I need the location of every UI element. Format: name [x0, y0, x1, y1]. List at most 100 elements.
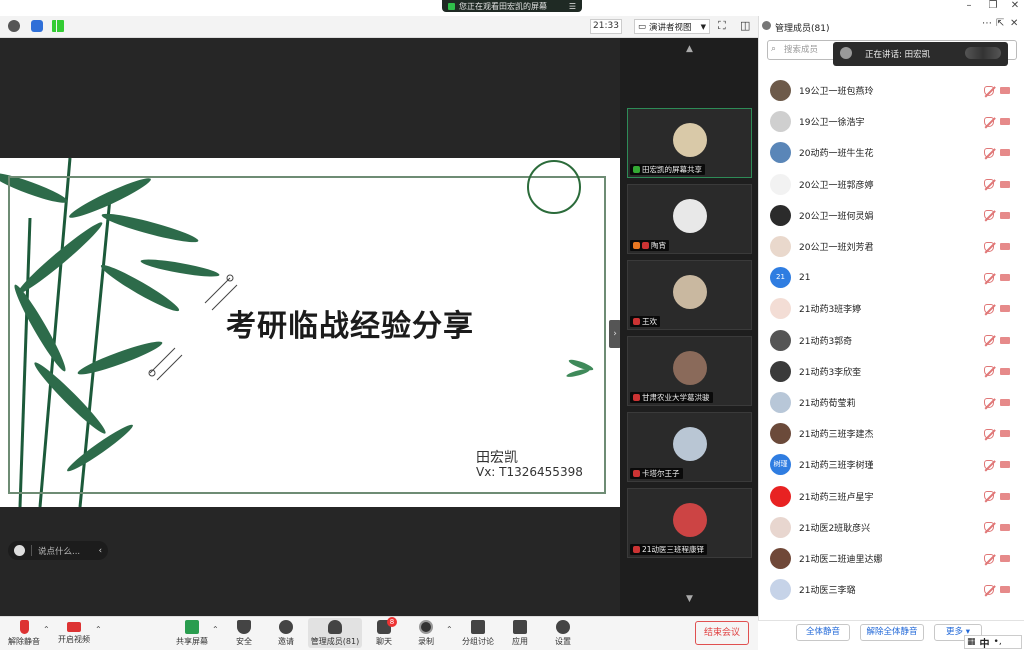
camera-off-icon[interactable]	[1000, 523, 1010, 531]
member-row[interactable]: 20动药一班牛生花	[770, 140, 1010, 165]
mic-muted-icon[interactable]	[984, 584, 994, 595]
camera-off-icon[interactable]	[1000, 555, 1010, 562]
chat-button[interactable]: 聊天	[362, 618, 406, 648]
mic-muted-icon[interactable]	[984, 491, 994, 502]
record-button[interactable]: 录制	[404, 618, 448, 648]
chevron-left-icon[interactable]: ‹	[99, 546, 102, 556]
video-tile[interactable]: 甘肃农业大学葛洪骏	[627, 336, 752, 406]
mic-muted-icon[interactable]	[984, 459, 994, 470]
video-tile[interactable]: 陶宵	[627, 184, 752, 254]
member-row[interactable]: 21动药三班卢星宇	[770, 484, 1010, 509]
mic-muted-icon[interactable]	[984, 241, 994, 252]
unmute-button[interactable]: 解除静音	[2, 618, 46, 648]
settings-button[interactable]: 设置	[541, 618, 585, 648]
mic-muted-icon[interactable]	[984, 397, 994, 408]
close-icon[interactable]: ✕	[1008, 0, 1022, 13]
member-row[interactable]: 21动药三班李建杰	[770, 421, 1010, 446]
member-row[interactable]: 19公卫一徐浩宇	[770, 109, 1010, 134]
chat-input-bar[interactable]: 说点什么... ‹	[8, 541, 108, 560]
gallery-down-icon[interactable]: ▼	[686, 594, 693, 604]
invite-button[interactable]: 邀请	[264, 618, 308, 648]
mic-muted-icon[interactable]	[984, 522, 994, 533]
camera-off-icon[interactable]	[1000, 367, 1010, 375]
video-tile[interactable]: 王欢	[627, 260, 752, 330]
camera-off-icon[interactable]	[1000, 586, 1010, 594]
menu-icon[interactable]: ☰	[569, 2, 576, 11]
screen-share-indicator[interactable]: 您正在观看田宏凯的屏幕 ☰	[442, 0, 582, 12]
emoji-icon[interactable]	[14, 545, 25, 556]
mic-muted-icon[interactable]	[984, 179, 994, 190]
member-row[interactable]: 21动医二班迪里达娜	[770, 546, 1010, 571]
mic-muted-icon[interactable]	[984, 210, 994, 221]
breakout-button[interactable]: 分组讨论	[456, 618, 500, 648]
mic-muted-icon[interactable]	[984, 147, 994, 158]
camera-off-icon[interactable]	[1000, 211, 1010, 219]
camera-off-icon[interactable]	[1000, 243, 1010, 250]
mic-muted-icon[interactable]	[984, 85, 994, 96]
share-screen-button[interactable]: 共享屏幕	[170, 618, 214, 648]
chevron-up-icon[interactable]: ⌃	[446, 625, 453, 634]
video-tile[interactable]: 卡塔尔王子	[627, 412, 752, 482]
member-row[interactable]: 21动药3李欣奎	[770, 359, 1010, 384]
mic-muted-icon[interactable]	[984, 303, 994, 314]
signal-icon[interactable]	[52, 20, 64, 32]
chevron-up-icon[interactable]: ⌃	[43, 625, 50, 634]
mic-muted-icon[interactable]	[984, 116, 994, 127]
member-row[interactable]: 21动医2班耿彦兴	[770, 515, 1010, 540]
unmute-all-button[interactable]: 解除全体静音	[860, 624, 924, 641]
camera-off-icon[interactable]	[1000, 399, 1010, 406]
camera-off-icon[interactable]	[1000, 149, 1010, 157]
mic-muted-icon[interactable]	[984, 272, 994, 283]
member-row[interactable]: 21 21	[770, 265, 1010, 290]
camera-off-icon[interactable]	[1000, 305, 1010, 313]
info-icon[interactable]	[8, 20, 20, 32]
mic-muted-icon[interactable]	[984, 553, 994, 564]
member-name: 20公卫一班郭彦婷	[799, 180, 874, 191]
shield-icon[interactable]	[31, 20, 43, 32]
member-row[interactable]: 21动医三李璐	[770, 577, 1010, 602]
video-button[interactable]: 开启视频	[52, 618, 96, 648]
fullscreen-icon[interactable]: ⛶	[718, 19, 726, 33]
end-meeting-button[interactable]: 结束会议	[695, 621, 749, 645]
mic-muted-icon[interactable]	[984, 335, 994, 346]
member-row[interactable]: 21动药3郭奇	[770, 328, 1010, 353]
avatar	[770, 516, 791, 538]
camera-off-icon[interactable]	[1000, 492, 1010, 500]
minimize-icon[interactable]: –	[962, 0, 976, 13]
member-row[interactable]: 21动药荀莹莉	[770, 390, 1010, 415]
manage-members-button[interactable]: 管理成员(81)	[308, 618, 362, 648]
avatar	[673, 351, 707, 385]
mic-muted-icon[interactable]	[984, 428, 994, 439]
more-icon[interactable]: ⋯	[982, 18, 992, 29]
chevron-up-icon[interactable]: ⌃	[95, 625, 102, 634]
security-button[interactable]: 安全	[222, 618, 266, 648]
unmute-label: 解除静音	[8, 637, 40, 646]
member-row[interactable]: 树瑾 21动药三班李树瑾	[770, 452, 1010, 477]
camera-off-icon[interactable]	[1000, 87, 1010, 94]
sidebar-toggle-icon[interactable]: ◫	[740, 19, 750, 32]
video-tile[interactable]: 21动医三班程康铎	[627, 488, 752, 558]
ime-indicator[interactable]: ▦ 中 •,	[964, 635, 1022, 650]
camera-off-icon[interactable]	[1000, 118, 1010, 126]
camera-off-icon[interactable]	[1000, 274, 1010, 282]
camera-off-icon[interactable]	[1000, 180, 1010, 188]
camera-off-icon[interactable]	[1000, 336, 1010, 344]
member-row[interactable]: 19公卫一班包燕玲	[770, 78, 1010, 103]
member-name: 21动药3郭奇	[799, 336, 853, 347]
mic-muted-icon[interactable]	[984, 366, 994, 377]
apps-button[interactable]: 应用	[498, 618, 542, 648]
member-row[interactable]: 21动药3班李婷	[770, 296, 1010, 321]
presenter-view-dropdown[interactable]: ▭ 演讲者视图 ▼	[634, 19, 710, 34]
chevron-up-icon[interactable]: ⌃	[212, 625, 219, 634]
camera-off-icon[interactable]	[1000, 461, 1010, 469]
member-row[interactable]: 20公卫一班郭彦婷	[770, 172, 1010, 197]
restore-icon[interactable]: ❐	[986, 0, 1000, 13]
member-row[interactable]: 20公卫一班何灵娟	[770, 203, 1010, 228]
camera-off-icon[interactable]	[1000, 430, 1010, 438]
popout-icon[interactable]: ⇱	[996, 18, 1004, 29]
mute-all-button[interactable]: 全体静音	[796, 624, 850, 641]
close-panel-icon[interactable]: ✕	[1010, 18, 1018, 29]
video-tile[interactable]: 田宏凯的屏幕共享	[627, 108, 752, 178]
member-row[interactable]: 20公卫一班刘芳君	[770, 234, 1010, 259]
gallery-up-icon[interactable]: ▲	[686, 44, 693, 54]
